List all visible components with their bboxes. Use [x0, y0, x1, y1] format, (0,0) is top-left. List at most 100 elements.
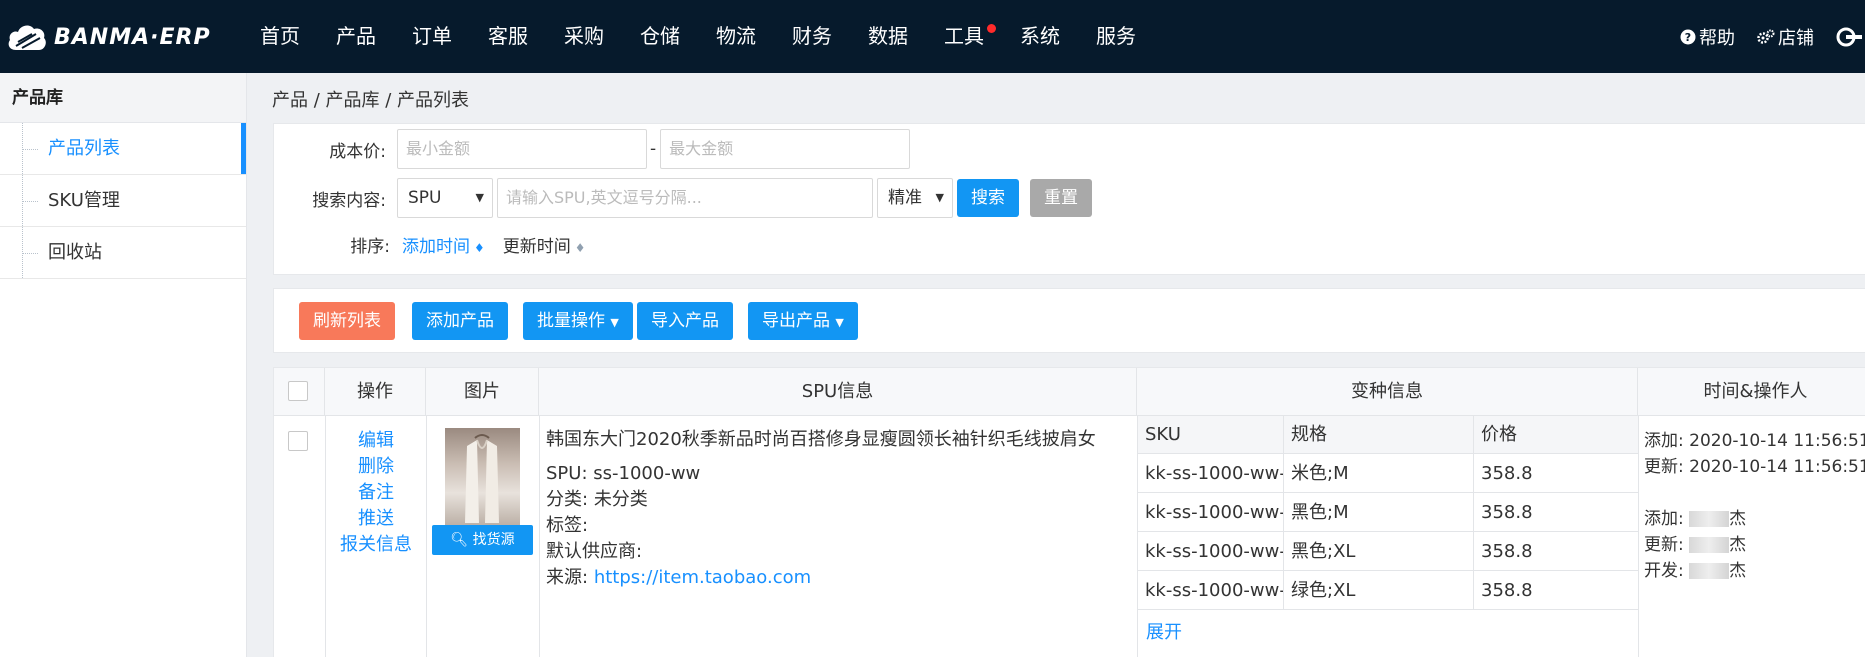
logo[interactable]: BANMA·ERP	[6, 16, 211, 58]
search-field-value: SPU	[408, 188, 442, 208]
supplier-label: 默认供应商:	[546, 541, 643, 562]
export-product-label: 导出产品	[762, 311, 830, 331]
search-input[interactable]: 请输入SPU,英文逗号分隔...	[497, 178, 873, 218]
refresh-list-button[interactable]: 刷新列表	[299, 302, 395, 340]
max-amount-input[interactable]: 最大金额	[660, 129, 911, 169]
tags-label: 标签:	[546, 515, 589, 536]
cost-filter-row: 成本价: 最小金额 - 最大金额	[274, 129, 911, 169]
cloud-logo-icon	[8, 25, 46, 50]
variant-header-price: 价格	[1474, 416, 1638, 454]
sort-by-add-time[interactable]: 添加时间 ♦	[402, 232, 485, 257]
header-variant-info: 变种信息	[1137, 368, 1638, 416]
menu-logistics[interactable]: 物流	[716, 0, 756, 73]
sort-icon: ♦	[574, 240, 586, 255]
export-product-button[interactable]: 导出产品 ▼	[748, 302, 858, 340]
menu-data[interactable]: 数据	[868, 0, 908, 73]
variant-sku: kk-ss-1000-ww-...	[1138, 454, 1284, 493]
product-thumbnail[interactable]	[445, 428, 520, 528]
sort-icon: ♦	[474, 240, 485, 255]
header-checkbox-cell	[274, 368, 325, 416]
garment-illustration	[465, 434, 499, 523]
menu-services[interactable]: 服务	[1096, 0, 1136, 73]
menu-home[interactable]: 首页	[260, 0, 300, 73]
header-image: 图片	[426, 368, 539, 416]
menu-finance[interactable]: 财务	[792, 0, 832, 73]
find-source-label: 找货源	[472, 532, 515, 548]
developer-line: 开发: 杰	[1644, 558, 1865, 584]
menu-warehouse[interactable]: 仓储	[640, 0, 680, 73]
updated-time: 更新: 2020-10-14 11:56:51	[1644, 457, 1865, 477]
user-menu[interactable]	[1836, 27, 1865, 47]
filter-panel: 成本价: 最小金额 - 最大金额 搜索内容: SPU ▼ 请输入SPU,英文逗号…	[273, 123, 1865, 275]
reset-button[interactable]: 重置	[1030, 179, 1092, 217]
min-amount-input[interactable]: 最小金额	[397, 129, 647, 169]
sort-add-time-label: 添加时间	[402, 236, 470, 257]
user-icon	[1836, 27, 1862, 46]
variant-spec: 绿色;XL	[1284, 571, 1474, 610]
name-suffix: 杰	[1729, 509, 1747, 529]
help-link[interactable]: ? 帮助	[1680, 24, 1735, 50]
action-bar: 刷新列表 添加产品 批量操作 ▼ 导入产品 导出产品 ▼	[273, 288, 1865, 353]
sidebar-title: 产品库	[0, 73, 246, 123]
batch-operations-button[interactable]: 批量操作 ▼	[523, 302, 633, 340]
variant-sku: kk-ss-1000-ww-...	[1138, 532, 1284, 571]
spu-label: SPU:	[546, 463, 588, 484]
variant-spec: 黑色;M	[1284, 493, 1474, 532]
menu-service[interactable]: 客服	[488, 0, 528, 73]
added-by-line: 添加: 杰	[1644, 506, 1865, 532]
product-title: 韩国东大门2020秋季新品时尚百搭修身显瘦圆领长袖针织毛线披肩女	[546, 429, 1096, 450]
edit-link[interactable]: 编辑	[326, 428, 426, 454]
breadcrumb: 产品 / 产品库 / 产品列表	[272, 90, 470, 111]
variant-price: 358.8	[1474, 454, 1638, 493]
caret-down-icon: ▼	[475, 191, 484, 204]
category-line: 分类: 未分类	[546, 487, 1096, 513]
menu-purchase[interactable]: 采购	[564, 0, 604, 73]
sort-label: 排序:	[350, 236, 390, 257]
search-button[interactable]: 搜索	[957, 179, 1019, 217]
customs-info-link[interactable]: 报关信息	[326, 532, 426, 558]
import-product-button[interactable]: 导入产品	[637, 302, 733, 340]
menu-products[interactable]: 产品	[336, 0, 376, 73]
variant-spec: 黑色;XL	[1284, 532, 1474, 571]
supplier-line: 默认供应商:	[546, 539, 1096, 565]
notification-dot	[987, 24, 996, 33]
source-label: 来源:	[546, 567, 589, 588]
sidebar-item-product-list[interactable]: 产品列表	[0, 123, 246, 175]
search-icon: 🔍︎	[450, 532, 469, 548]
menu-tools-label: 工具	[944, 24, 984, 48]
sidebar-item-recycle-bin[interactable]: 回收站	[0, 227, 246, 279]
question-circle-icon: ?	[1680, 29, 1696, 44]
sidebar-item-sku-management[interactable]: SKU管理	[0, 175, 246, 227]
expand-variants-link[interactable]: 展开	[1146, 618, 1182, 644]
variant-spec: 米色;M	[1284, 454, 1474, 493]
name-suffix: 杰	[1729, 561, 1747, 581]
variant-header-sku: SKU	[1138, 416, 1284, 454]
updated-by-label: 更新:	[1644, 535, 1684, 555]
menu-system[interactable]: 系统	[1020, 0, 1060, 73]
row-checkbox[interactable]	[288, 431, 308, 451]
add-product-button[interactable]: 添加产品	[412, 302, 508, 340]
search-field-select[interactable]: SPU ▼	[397, 178, 493, 218]
row-operations: 编辑 删除 备注 推送 报关信息	[326, 428, 426, 558]
delete-link[interactable]: 删除	[326, 454, 426, 480]
select-all-checkbox[interactable]	[288, 381, 308, 401]
push-link[interactable]: 推送	[326, 506, 426, 532]
note-link[interactable]: 备注	[326, 480, 426, 506]
sort-by-update-time[interactable]: 更新时间 ♦	[503, 232, 586, 257]
spu-value: ss-1000-ww	[593, 463, 701, 484]
added-time: 添加: 2020-10-14 11:56:51	[1644, 431, 1865, 451]
range-separator: -	[650, 139, 657, 159]
match-mode-select[interactable]: 精准 ▼	[877, 178, 953, 218]
spu-line: SPU: ss-1000-ww	[546, 461, 1096, 487]
source-link[interactable]: https://item.taobao.com	[594, 567, 811, 588]
variant-header-spec: 规格	[1284, 416, 1474, 454]
menu-tools[interactable]: 工具	[944, 0, 996, 73]
match-mode-value: 精准	[888, 188, 922, 208]
find-source-button[interactable]: 🔍︎ 找货源	[432, 525, 533, 555]
updated-by-line: 更新: 杰	[1644, 532, 1865, 558]
shop-link[interactable]: 店铺	[1757, 24, 1814, 50]
caret-down-icon: ▼	[835, 316, 844, 329]
tags-line: 标签:	[546, 513, 1096, 539]
menu-orders[interactable]: 订单	[412, 0, 452, 73]
variant-price: 358.8	[1474, 571, 1638, 610]
